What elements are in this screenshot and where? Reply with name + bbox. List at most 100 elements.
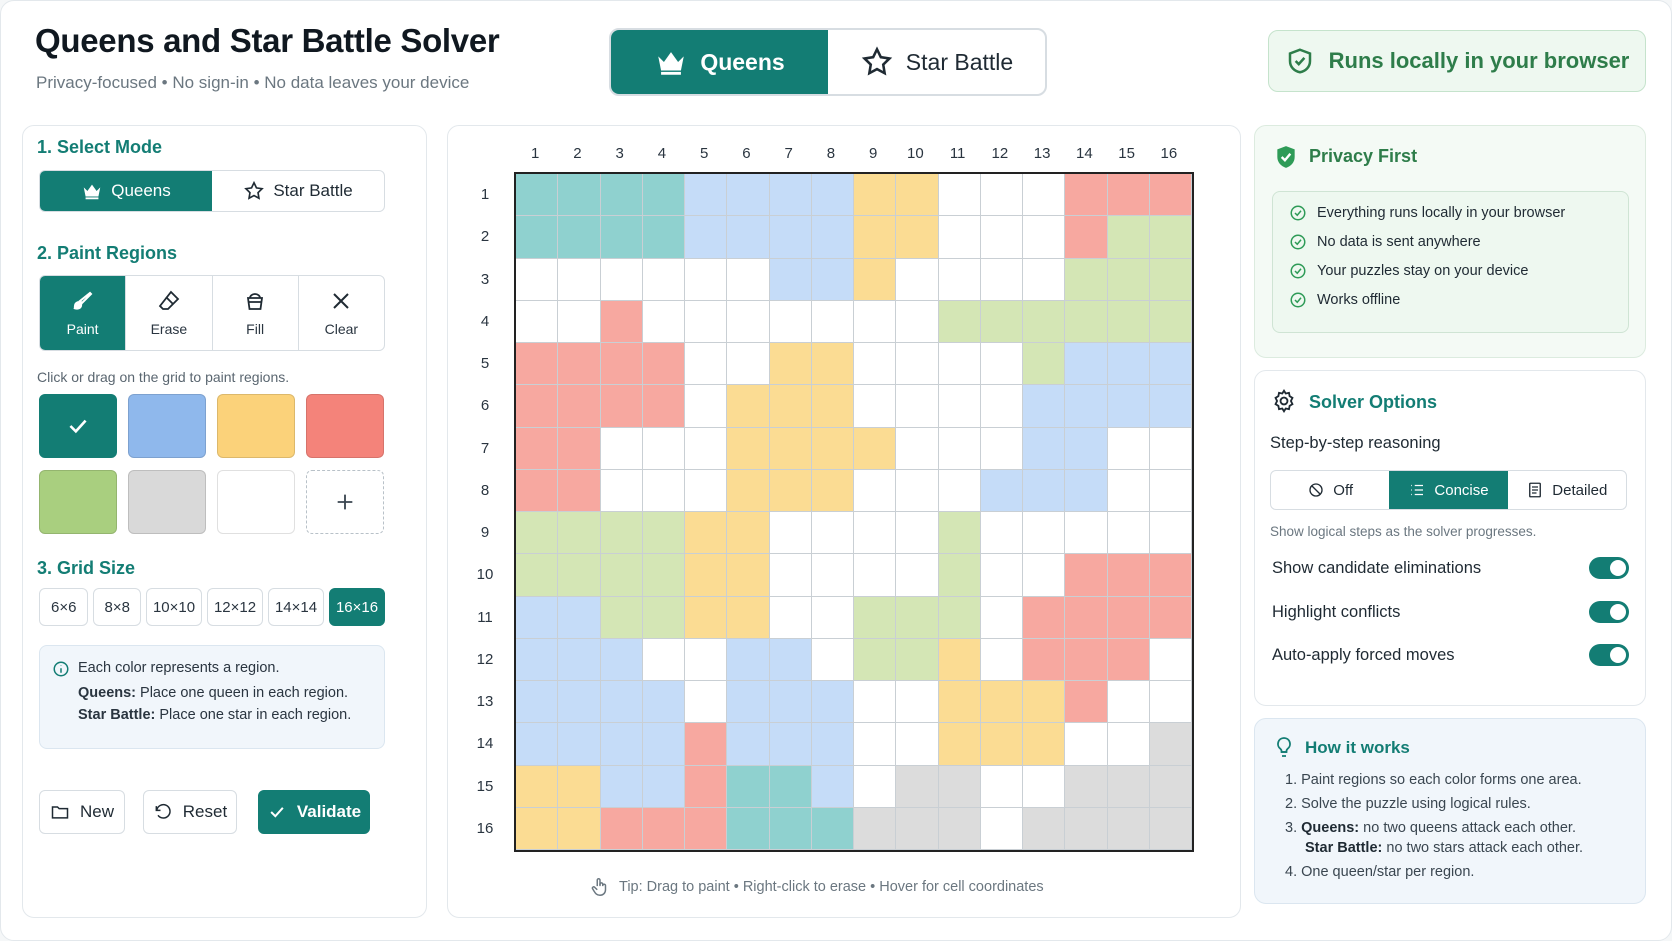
grid-cell[interactable] <box>685 638 728 681</box>
grid-cell[interactable] <box>854 638 897 681</box>
grid-cell[interactable] <box>896 427 939 470</box>
grid-cell[interactable] <box>727 343 770 386</box>
grid-cell[interactable] <box>600 427 643 470</box>
grid-cell[interactable] <box>811 807 854 850</box>
grid-cell[interactable] <box>769 807 812 850</box>
grid-cell[interactable] <box>642 300 685 343</box>
grid-cell[interactable] <box>769 300 812 343</box>
grid-cell[interactable] <box>938 807 981 850</box>
size-16-button[interactable]: 16×16 <box>329 588 385 626</box>
grid-cell[interactable] <box>1149 469 1192 512</box>
grid-cell[interactable] <box>1023 469 1066 512</box>
grid-cell[interactable] <box>600 723 643 766</box>
grid-cell[interactable] <box>938 469 981 512</box>
grid-cell[interactable] <box>1065 723 1108 766</box>
grid-cell[interactable] <box>980 723 1023 766</box>
grid-cell[interactable] <box>685 258 728 301</box>
grid-cell[interactable] <box>558 385 601 428</box>
grid-cell[interactable] <box>1107 216 1150 259</box>
new-button[interactable]: New <box>39 790 125 834</box>
grid-cell[interactable] <box>558 554 601 597</box>
grid-cell[interactable] <box>1149 385 1192 428</box>
tool-erase-button[interactable]: Erase <box>126 276 213 350</box>
grid-cell[interactable] <box>1065 216 1108 259</box>
grid-cell[interactable] <box>1149 807 1192 850</box>
grid-cell[interactable] <box>769 596 812 639</box>
grid-cell[interactable] <box>938 174 981 217</box>
grid-cell[interactable] <box>558 765 601 808</box>
grid-cell[interactable] <box>1023 258 1066 301</box>
size-8-button[interactable]: 8×8 <box>93 588 141 626</box>
grid-cell[interactable] <box>980 300 1023 343</box>
grid-cell[interactable] <box>1023 343 1066 386</box>
grid-cell[interactable] <box>600 512 643 555</box>
grid-cell[interactable] <box>516 300 559 343</box>
grid-cell[interactable] <box>1065 174 1108 217</box>
grid-cell[interactable] <box>854 427 897 470</box>
grid-cell[interactable] <box>811 174 854 217</box>
reset-button[interactable]: Reset <box>143 790 237 834</box>
grid-cell[interactable] <box>980 554 1023 597</box>
grid-cell[interactable] <box>811 258 854 301</box>
toggle-conflicts-switch[interactable] <box>1589 601 1629 623</box>
grid-cell[interactable] <box>811 554 854 597</box>
size-14-button[interactable]: 14×14 <box>268 588 324 626</box>
grid-cell[interactable] <box>1065 638 1108 681</box>
grid-cell[interactable] <box>896 469 939 512</box>
grid-cell[interactable] <box>769 723 812 766</box>
grid-cell[interactable] <box>769 174 812 217</box>
grid-cell[interactable] <box>811 216 854 259</box>
swatch-gray[interactable] <box>128 470 206 534</box>
grid-cell[interactable] <box>727 385 770 428</box>
grid-cell[interactable] <box>558 174 601 217</box>
grid-cell[interactable] <box>854 174 897 217</box>
grid-cell[interactable] <box>558 258 601 301</box>
grid-cell[interactable] <box>516 512 559 555</box>
grid-cell[interactable] <box>811 385 854 428</box>
grid-cell[interactable] <box>1107 596 1150 639</box>
grid-cell[interactable] <box>1023 723 1066 766</box>
grid-cell[interactable] <box>854 807 897 850</box>
grid-cell[interactable] <box>1065 385 1108 428</box>
grid-cell[interactable] <box>642 512 685 555</box>
grid-cell[interactable] <box>727 807 770 850</box>
mode-star-battle-button[interactable]: Star Battle <box>212 171 384 211</box>
grid-cell[interactable] <box>896 765 939 808</box>
grid-cell[interactable] <box>558 300 601 343</box>
grid-cell[interactable] <box>854 258 897 301</box>
grid-cell[interactable] <box>727 174 770 217</box>
grid-cell[interactable] <box>769 512 812 555</box>
grid-cell[interactable] <box>1107 723 1150 766</box>
grid-cell[interactable] <box>558 469 601 512</box>
grid-cell[interactable] <box>600 596 643 639</box>
grid-cell[interactable] <box>516 343 559 386</box>
grid-cell[interactable] <box>938 638 981 681</box>
grid-cell[interactable] <box>685 385 728 428</box>
grid-cell[interactable] <box>980 765 1023 808</box>
grid-cell[interactable] <box>938 343 981 386</box>
grid-cell[interactable] <box>938 596 981 639</box>
puzzle-grid[interactable] <box>514 172 1194 852</box>
grid-cell[interactable] <box>642 765 685 808</box>
grid-cell[interactable] <box>854 512 897 555</box>
size-12-button[interactable]: 12×12 <box>207 588 263 626</box>
grid-cell[interactable] <box>558 596 601 639</box>
grid-cell[interactable] <box>600 216 643 259</box>
size-6-button[interactable]: 6×6 <box>39 588 89 626</box>
grid-cell[interactable] <box>1107 807 1150 850</box>
grid-cell[interactable] <box>769 258 812 301</box>
grid-cell[interactable] <box>938 385 981 428</box>
reasoning-concise-button[interactable]: Concise <box>1389 471 1508 509</box>
grid-cell[interactable] <box>1107 765 1150 808</box>
grid-cell[interactable] <box>1149 723 1192 766</box>
tool-fill-button[interactable]: Fill <box>213 276 299 350</box>
swatch-teal-selected[interactable] <box>39 394 117 458</box>
grid-cell[interactable] <box>642 385 685 428</box>
grid-cell[interactable] <box>685 681 728 724</box>
grid-cell[interactable] <box>1107 512 1150 555</box>
grid-cell[interactable] <box>1149 427 1192 470</box>
grid-cell[interactable] <box>727 258 770 301</box>
grid-cell[interactable] <box>727 638 770 681</box>
grid-cell[interactable] <box>727 723 770 766</box>
header-tab-star-battle[interactable]: Star Battle <box>828 30 1045 94</box>
